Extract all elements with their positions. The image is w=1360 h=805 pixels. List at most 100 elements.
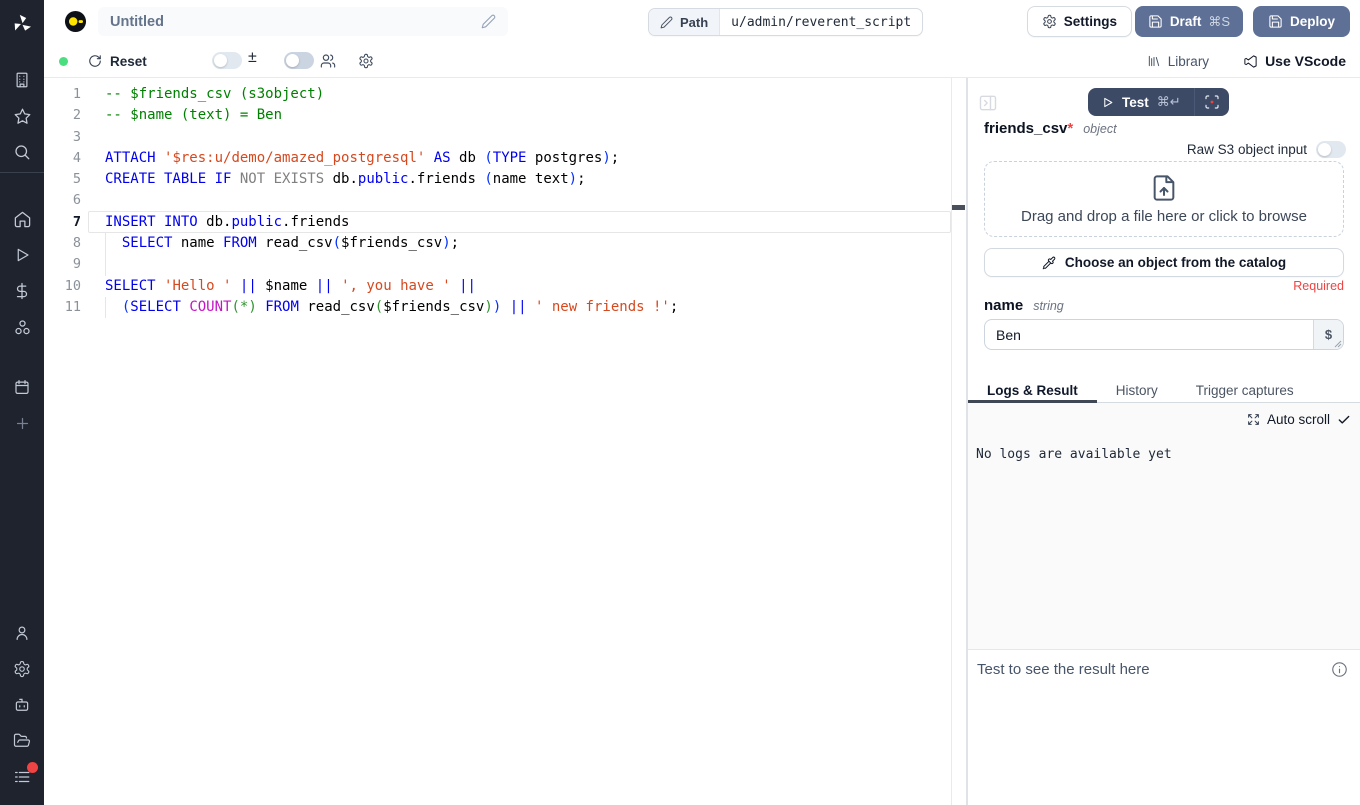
create-plus-icon[interactable] <box>0 405 44 441</box>
duckdb-language-icon <box>64 10 87 33</box>
dropzone-text: Drag and drop a file here or click to br… <box>1021 208 1307 225</box>
logs-empty-text: No logs are available yet <box>976 447 1172 462</box>
line-number: 10 <box>44 276 81 297</box>
collaborators-icon[interactable] <box>320 53 336 69</box>
draft-button[interactable]: Draft ⌘S <box>1135 6 1243 37</box>
code-editor[interactable]: 1234567891011 -- $friends_csv (s3object)… <box>44 78 966 805</box>
script-title-field[interactable]: Untitled <box>98 7 508 36</box>
raw-s3-row: Raw S3 object input <box>1187 141 1346 158</box>
line-number: 1 <box>44 84 81 105</box>
editor-settings-gear-icon[interactable] <box>358 53 374 69</box>
windmill-logo[interactable] <box>0 0 44 48</box>
code-line[interactable]: -- $friends_csv (s3object) <box>105 84 952 105</box>
resize-handle-icon[interactable] <box>1334 340 1342 348</box>
settings-gear-icon[interactable] <box>0 651 44 687</box>
code-line[interactable]: SELECT 'Hello ' || $name || ', you have … <box>105 276 952 297</box>
capture-scan-icon[interactable] <box>1195 94 1229 110</box>
line-number: 11 <box>44 297 81 318</box>
path-edit-button[interactable]: Path <box>649 9 720 35</box>
code-line[interactable]: INSERT INTO db.public.friends <box>105 212 952 233</box>
code-line[interactable]: (SELECT COUNT(*) FROM read_csv($friends_… <box>105 297 952 318</box>
workers-robot-icon[interactable] <box>0 687 44 723</box>
assistant-toggle[interactable] <box>284 52 314 69</box>
code-line[interactable]: -- $name (text) = Ben <box>105 105 952 126</box>
test-label: Test <box>1122 95 1149 110</box>
tab-logs-result[interactable]: Logs & Result <box>968 378 1097 402</box>
auto-scroll-control[interactable]: Auto scroll <box>1247 412 1351 427</box>
app-sidebar <box>0 0 44 805</box>
file-upload-icon <box>1150 174 1178 202</box>
path-control[interactable]: Path u/admin/reverent_script <box>648 8 923 36</box>
home-icon[interactable] <box>0 201 44 237</box>
path-value: u/admin/reverent_script <box>720 9 922 35</box>
run-panel: Test ⌘↵ friends_csv* object Raw S3 objec… <box>968 78 1360 805</box>
overview-ruler-cursor-mark <box>952 205 965 210</box>
name-input[interactable]: Ben $ <box>984 319 1344 350</box>
code-line[interactable] <box>105 127 952 148</box>
test-button-group[interactable]: Test ⌘↵ <box>1088 88 1229 116</box>
use-vscode-button[interactable]: Use VScode <box>1243 53 1346 69</box>
check-icon[interactable] <box>1337 413 1351 427</box>
resources-icon[interactable] <box>0 309 44 345</box>
code-line[interactable] <box>105 190 952 211</box>
edit-title-pencil-icon[interactable] <box>481 14 496 29</box>
raw-s3-toggle[interactable] <box>1316 141 1346 158</box>
settings-button[interactable]: Settings <box>1027 6 1132 37</box>
audit-logs-icon[interactable] <box>0 759 44 795</box>
favorites-star-icon[interactable] <box>0 98 44 134</box>
info-icon[interactable] <box>1331 661 1348 678</box>
library-button[interactable]: Library <box>1147 54 1209 69</box>
choose-object-catalog-button[interactable]: Choose an object from the catalog <box>984 248 1344 277</box>
runs-play-icon[interactable] <box>0 237 44 273</box>
line-number: 4 <box>44 148 81 169</box>
raw-s3-label: Raw S3 object input <box>1187 142 1307 157</box>
diff-toggle[interactable] <box>212 52 242 69</box>
result-tabs: Logs & Result History Trigger captures <box>968 378 1360 403</box>
result-empty-text: Test to see the result here <box>977 661 1150 678</box>
line-number: 7 <box>44 212 81 233</box>
top-bar: Untitled Path u/admin/reverent_script Se… <box>44 0 1360 44</box>
draft-shortcut: ⌘S <box>1208 14 1230 30</box>
pipette-icon <box>1042 256 1056 270</box>
tab-history[interactable]: History <box>1097 378 1177 402</box>
code-line[interactable]: SELECT name FROM read_csv($friends_csv); <box>105 233 952 254</box>
folders-icon[interactable] <box>0 723 44 759</box>
code-content[interactable]: -- $friends_csv (s3object)-- $name (text… <box>105 84 952 318</box>
settings-label: Settings <box>1064 14 1117 29</box>
result-pane: Test to see the result here <box>968 649 1360 805</box>
line-number: 2 <box>44 105 81 126</box>
overview-ruler <box>951 78 952 805</box>
code-line[interactable] <box>105 254 952 275</box>
field-friends-csv-header: friends_csv* object <box>984 120 1117 137</box>
line-number: 8 <box>44 233 81 254</box>
field-type: string <box>1033 299 1064 313</box>
expand-icon[interactable] <box>1247 413 1260 426</box>
search-icon[interactable] <box>0 134 44 170</box>
schedules-calendar-icon[interactable] <box>0 369 44 405</box>
status-dot <box>59 57 68 66</box>
library-label: Library <box>1168 54 1209 69</box>
insert-variable-button[interactable]: $ <box>1313 320 1343 349</box>
name-input-value[interactable]: Ben <box>985 320 1313 349</box>
test-button[interactable]: Test ⌘↵ <box>1088 94 1194 110</box>
required-asterisk: * <box>1067 120 1073 137</box>
code-line[interactable]: ATTACH '$res:u/demo/amazed_postgresql' A… <box>105 148 952 169</box>
tab-trigger-captures[interactable]: Trigger captures <box>1177 378 1313 402</box>
deploy-button[interactable]: Deploy <box>1253 6 1350 37</box>
file-dropzone[interactable]: Drag and drop a file here or click to br… <box>984 161 1344 237</box>
script-title: Untitled <box>110 14 481 30</box>
field-name: friends_csv* <box>984 120 1073 137</box>
plus-minus-control[interactable]: ± <box>248 49 257 67</box>
workspace-icon[interactable] <box>0 62 44 98</box>
reset-button[interactable]: Reset <box>88 51 147 71</box>
field-name-header: name string <box>984 297 1064 314</box>
code-line[interactable]: CREATE TABLE IF NOT EXISTS db.public.fri… <box>105 169 952 190</box>
notification-dot <box>27 762 38 773</box>
line-number: 6 <box>44 190 81 211</box>
collapse-panel-icon[interactable] <box>978 93 998 113</box>
use-vscode-label: Use VScode <box>1265 53 1346 69</box>
variables-dollar-icon[interactable] <box>0 273 44 309</box>
logs-pane: Auto scroll No logs are available yet <box>968 403 1360 649</box>
user-icon[interactable] <box>0 615 44 651</box>
line-number: 9 <box>44 254 81 275</box>
